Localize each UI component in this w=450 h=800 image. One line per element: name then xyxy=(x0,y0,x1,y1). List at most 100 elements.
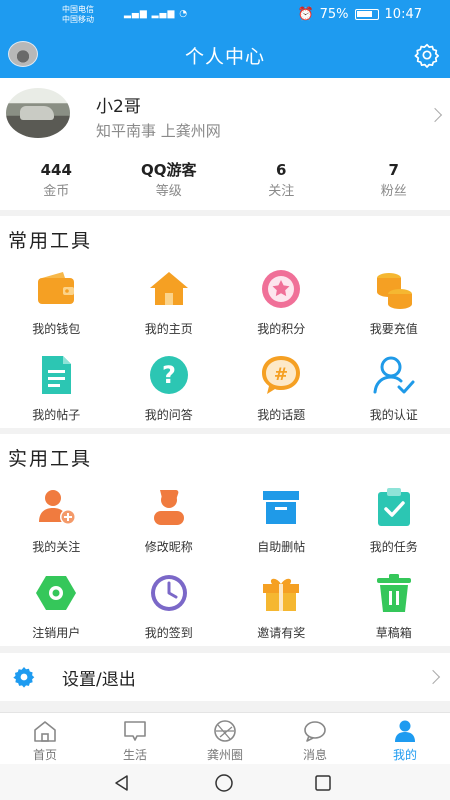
home-outline-icon xyxy=(34,721,56,742)
tool-label: 我的关注 xyxy=(32,540,81,554)
stat-value: QQ游客 xyxy=(140,161,197,179)
nav-mine[interactable]: 我的 xyxy=(360,713,450,764)
verified-user-icon xyxy=(373,356,415,394)
chevron-right-icon xyxy=(427,107,443,123)
star-points-icon xyxy=(262,270,301,308)
settings-label: 设置/退出 xyxy=(62,670,136,690)
stat-coins[interactable]: 444 金币 xyxy=(0,160,113,204)
tool-label: 我的话题 xyxy=(257,408,306,422)
settings-gear-icon[interactable] xyxy=(414,42,440,68)
nav-label: 消息 xyxy=(302,748,327,762)
profile-card[interactable]: 小2哥 知平南事 上龚州网 444 金币 QQ游客 等级 6 关注 7 粉丝 xyxy=(0,78,450,210)
settings-gear-icon xyxy=(13,667,35,688)
tool-label: 我的问答 xyxy=(144,408,193,422)
common-tools-section: 常用工具 我的钱包 我的主页 我的积分 我要充值 我的帖子 ? 我的问答 # 我… xyxy=(0,216,450,428)
tool-invite[interactable]: 邀请有奖 xyxy=(225,568,338,654)
bottom-nav: 首页 生活 龚州圈 消息 我的 xyxy=(0,712,450,764)
page-title: 个人中心 xyxy=(184,46,265,68)
tool-self-delete[interactable]: 自助删帖 xyxy=(225,482,338,568)
tool-checkin[interactable]: 我的签到 xyxy=(113,568,226,654)
settings-logout-row[interactable]: 设置/退出 xyxy=(0,653,450,701)
archive-box-icon xyxy=(263,491,300,524)
stat-following[interactable]: 6 关注 xyxy=(225,160,338,204)
tool-homepage[interactable]: 我的主页 xyxy=(113,264,226,350)
task-clipboard-icon xyxy=(377,488,410,526)
tool-label: 我的帖子 xyxy=(32,408,81,422)
tool-points[interactable]: 我的积分 xyxy=(225,264,338,350)
tool-label: 我的认证 xyxy=(369,408,418,422)
nav-label: 我的 xyxy=(392,748,417,762)
trash-bin-icon xyxy=(376,574,411,612)
stat-value: 7 xyxy=(388,161,399,179)
tool-label: 草稿箱 xyxy=(375,626,412,640)
hashtag-icon: # xyxy=(262,356,301,394)
battery-percent: 75% xyxy=(319,7,349,22)
chevron-right-icon xyxy=(425,669,441,685)
practical-tools-grid: 我的关注 修改昵称 自助删帖 我的任务 注销用户 我的签到 邀请有奖 草稿箱 xyxy=(0,482,450,654)
tool-label: 我的任务 xyxy=(369,540,418,554)
tool-deactivate[interactable]: 注销用户 xyxy=(0,568,113,654)
nav-gongzhou-circle[interactable]: 龚州圈 xyxy=(180,713,270,764)
nav-home[interactable]: 首页 xyxy=(0,713,90,764)
tool-label: 注销用户 xyxy=(32,626,81,640)
clock-icon xyxy=(150,575,187,611)
user-edit-icon xyxy=(153,490,184,525)
stat-level[interactable]: QQ游客 等级 xyxy=(113,160,226,204)
tool-wallet[interactable]: 我的钱包 xyxy=(0,264,113,350)
tool-label: 邀请有奖 xyxy=(257,626,306,640)
tool-verify[interactable]: 我的认证 xyxy=(338,350,450,436)
stat-label: 粉丝 xyxy=(380,184,407,199)
status-bar: 中国电信 中国移动 ▂▄▆ ▂▄▆ ◔ ⏰ 75% 10:47 xyxy=(0,0,450,32)
nav-label: 生活 xyxy=(122,748,147,762)
recents-square-icon[interactable] xyxy=(314,774,332,792)
add-user-icon xyxy=(39,490,77,525)
nav-messages[interactable]: 消息 xyxy=(270,713,360,764)
tool-my-follows[interactable]: 我的关注 xyxy=(0,482,113,568)
tool-recharge[interactable]: 我要充值 xyxy=(338,264,450,350)
tool-label: 我的积分 xyxy=(257,322,306,336)
stat-value: 6 xyxy=(276,161,287,179)
person-icon xyxy=(395,720,415,742)
coins-icon xyxy=(376,273,412,309)
home-icon xyxy=(149,272,188,305)
tool-label: 我的主页 xyxy=(144,322,193,336)
status-right: ⏰ 75% 10:47 xyxy=(297,7,422,22)
carrier-info: 中国电信 中国移动 xyxy=(62,5,94,25)
hexagon-icon xyxy=(36,576,77,610)
home-circle-icon[interactable] xyxy=(214,773,234,793)
document-icon xyxy=(42,356,72,394)
battery-icon xyxy=(354,9,379,20)
tool-label: 自助删帖 xyxy=(257,540,306,554)
tool-my-tasks[interactable]: 我的任务 xyxy=(338,482,450,568)
stat-label: 关注 xyxy=(268,184,295,199)
question-icon: ? xyxy=(149,356,188,394)
section-title: 实用工具 xyxy=(8,448,93,470)
tool-edit-nickname[interactable]: 修改昵称 xyxy=(113,482,226,568)
carrier-1: 中国电信 xyxy=(62,5,94,14)
tool-qa[interactable]: ? 我的问答 xyxy=(113,350,226,436)
gift-icon xyxy=(263,578,300,611)
practical-tools-section: 实用工具 我的关注 修改昵称 自助删帖 我的任务 注销用户 我的签到 邀请有奖 … xyxy=(0,434,450,646)
nav-life[interactable]: 生活 xyxy=(90,713,180,764)
section-title: 常用工具 xyxy=(8,230,93,252)
circle-aperture-icon xyxy=(214,720,236,742)
tool-label: 修改昵称 xyxy=(144,540,193,554)
common-tools-grid: 我的钱包 我的主页 我的积分 我要充值 我的帖子 ? 我的问答 # 我的话题 我… xyxy=(0,264,450,436)
stat-fans[interactable]: 7 粉丝 xyxy=(338,160,450,204)
tool-label: 我的签到 xyxy=(144,626,193,640)
profile-avatar[interactable] xyxy=(6,88,70,138)
signal-icon: ▂▄▆ ▂▄▆ ◔ xyxy=(124,9,189,19)
back-triangle-icon[interactable] xyxy=(112,773,132,793)
clock-time: 10:47 xyxy=(384,7,422,22)
tool-posts[interactable]: 我的帖子 xyxy=(0,350,113,436)
nav-label: 龚州圈 xyxy=(206,748,243,762)
profile-subtitle: 知平南事 上龚州网 xyxy=(96,122,221,140)
tool-drafts[interactable]: 草稿箱 xyxy=(338,568,450,654)
svg-text:#: # xyxy=(274,365,288,385)
tool-topics[interactable]: # 我的话题 xyxy=(225,350,338,436)
stat-value: 444 xyxy=(40,161,72,179)
system-nav-bar xyxy=(0,764,450,800)
wallet-icon xyxy=(38,272,75,304)
message-bubble-icon xyxy=(304,721,326,742)
tool-label: 我要充值 xyxy=(369,322,418,336)
